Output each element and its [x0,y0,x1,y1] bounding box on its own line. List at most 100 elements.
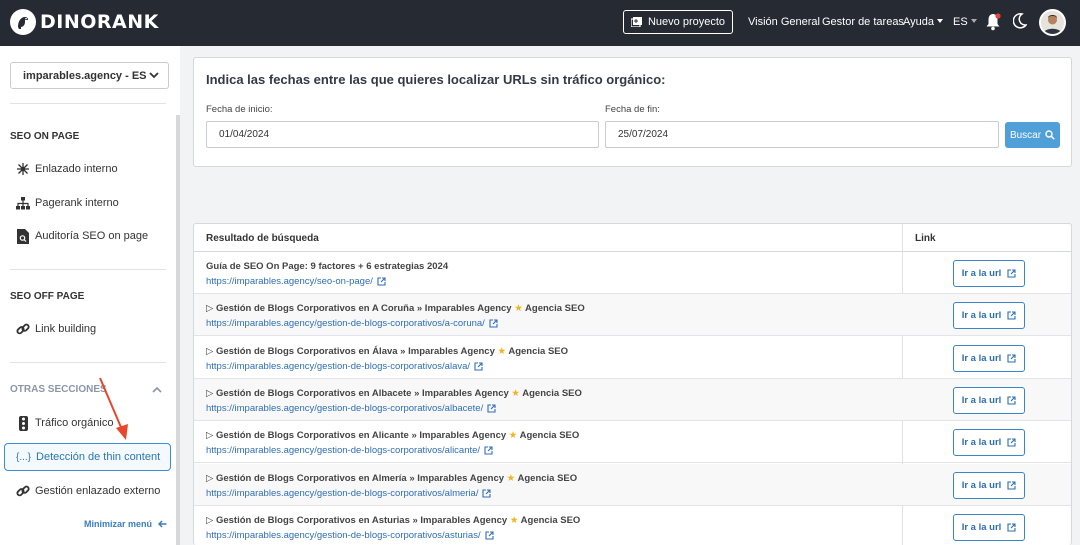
go-to-url-button[interactable]: Ir a la url [953,513,1025,541]
go-to-url-label: Ir a la url [961,479,1002,491]
row-url-link[interactable]: https://imparables.agency/gestion-de-blo… [206,488,492,499]
sidebar-item-label: Pagerank interno [35,197,119,209]
play-triangle-icon: ▷ [206,345,214,357]
new-project-button[interactable]: Nuevo proyecto [623,10,733,34]
star-icon: ★ [497,345,507,357]
go-to-url-button[interactable]: Ir a la url [953,344,1025,372]
star-icon: ★ [509,514,519,526]
dark-mode-moon-icon[interactable] [1012,13,1028,32]
nav-gestor-tareas[interactable]: Gestor de tareas [822,16,904,28]
play-triangle-icon: ▷ [206,430,214,442]
sitemap-icon [16,195,30,211]
row-title-suffix: Agencia SEO [517,472,578,484]
sidebar-item-deteccion-thin-content[interactable]: {...} Detección de thin content [4,443,171,471]
results-table: Resultado de búsqueda Link Guía de SEO O… [193,223,1072,545]
row-url-link[interactable]: https://imparables.agency/gestion-de-blo… [206,318,498,329]
star-icon: ★ [514,303,523,315]
arrow-left-icon [158,520,167,528]
row-title-text: Guía de SEO On Page: 9 factores + 6 estr… [206,261,449,272]
external-link-icon [377,277,386,286]
sidebar-item-link-building[interactable]: Link building [16,320,96,338]
network-icon [16,161,30,177]
row-title: ▷ Gestión de Blogs Corporativos en Almer… [206,473,577,484]
project-select[interactable]: imparables.agency - ES [10,62,169,89]
external-link-icon [474,362,483,371]
end-date-label: Fecha de fin: [605,104,660,115]
sidebar-item-label: Detección de thin content [36,451,161,463]
minimize-menu-button[interactable]: Minimizar menú [84,519,167,529]
language-dropdown[interactable]: ES [953,16,977,28]
sidebar-item-enlazado-interno[interactable]: Enlazado interno [16,160,118,178]
star-icon: ★ [511,387,520,399]
row-title: ▷ Gestión de Blogs Corporativos en Alica… [206,430,579,441]
sidebar-item-label: Auditoría SEO on page [35,230,149,242]
row-title-suffix: Agencia SEO [525,303,585,315]
external-link-icon [487,404,496,413]
external-link-icon [1007,311,1016,320]
row-url-text: https://imparables.agency/gestion-de-blo… [206,360,471,372]
table-row: ▷ Gestión de Blogs Corporativos en Albac… [194,378,1071,421]
row-url-link[interactable]: https://imparables.agency/gestion-de-blo… [206,445,493,456]
brand-logo[interactable]: DINORANK [10,9,159,35]
search-button[interactable]: Buscar [1005,122,1060,148]
row-title-text: Gestión de Blogs Corporativos en Asturia… [215,514,508,526]
header-link: Link [915,233,936,244]
table-row: Guía de SEO On Page: 9 factores + 6 estr… [194,252,1071,294]
nav-vision-general[interactable]: Visión General [748,16,820,28]
external-link-icon [1007,396,1016,405]
row-title: ▷ Gestión de Blogs Corporativos en A Cor… [206,303,585,314]
sidebar-item-label: Gestión enlazado externo [35,485,161,497]
star-icon: ★ [508,430,518,442]
play-triangle-icon: ▷ [206,387,214,399]
row-title-suffix: Agencia SEO [508,345,569,357]
user-avatar[interactable] [1039,9,1066,36]
play-triangle-icon: ▷ [206,303,214,315]
sidebar-item-gestion-enlazado-externo[interactable]: Gestión enlazado externo [16,482,160,500]
nav-help-dropdown[interactable]: Ayuda [903,16,943,28]
section-seo-on-page: SEO ON PAGE [10,131,80,142]
brand-name: DINORANK [40,11,159,33]
chevron-down-icon [149,72,159,79]
link-icon [16,321,30,337]
end-date-input[interactable]: 25/07/2024 [605,121,999,148]
row-title-text: Gestión de Blogs Corporativos en Albacet… [215,387,509,399]
external-link-icon [1007,269,1016,278]
go-to-url-button[interactable]: Ir a la url [953,471,1025,499]
date-form-title: Indica las fechas entre las que quieres … [206,72,666,87]
row-url-link[interactable]: https://imparables.agency/seo-on-page/ [206,276,386,287]
go-to-url-label: Ir a la url [961,310,1002,322]
code-braces-icon: {...} [16,451,32,463]
row-url-text: https://imparables.agency/gestion-de-blo… [206,402,484,414]
go-to-url-button[interactable]: Ir a la url [953,302,1025,330]
table-header: Resultado de búsqueda Link [194,224,1071,252]
row-url-text: https://imparables.agency/seo-on-page/ [206,276,373,287]
row-url-link[interactable]: https://imparables.agency/gestion-de-blo… [206,361,483,372]
go-to-url-button[interactable]: Ir a la url [953,429,1025,457]
annotation-arrow [99,377,128,440]
row-title-text: Gestión de Blogs Corporativos en Alicant… [215,430,507,442]
dino-logo-icon [10,9,36,35]
start-date-label: Fecha de inicio: [206,104,273,115]
sidebar-scrollbar[interactable] [176,115,180,545]
row-url-link[interactable]: https://imparables.agency/gestion-de-blo… [206,403,496,414]
chevron-up-icon[interactable] [152,386,162,393]
table-row: ▷ Gestión de Blogs Corporativos en Alica… [194,421,1071,464]
bell-icon[interactable] [985,13,1001,34]
sidebar-item-pagerank-interno[interactable]: Pagerank interno [16,194,119,212]
row-title-suffix: Agencia SEO [520,514,581,526]
row-url-text: https://imparables.agency/gestion-de-blo… [206,529,481,541]
minimize-menu-label: Minimizar menú [84,519,153,529]
row-title: Guía de SEO On Page: 9 factores + 6 estr… [206,261,448,272]
row-url-link[interactable]: https://imparables.agency/gestion-de-blo… [206,530,494,541]
sidebar-item-auditoria-seo[interactable]: Auditoría SEO on page [16,227,148,245]
go-to-url-button[interactable]: Ir a la url [953,260,1025,287]
row-title: ▷ Gestión de Blogs Corporativos en Astur… [206,515,580,526]
link-icon [16,483,30,499]
external-link-icon [484,446,493,455]
date-range-card: Indica las fechas entre las que quieres … [193,57,1072,167]
go-to-url-button[interactable]: Ir a la url [953,386,1025,414]
star-icon: ★ [506,472,516,484]
row-title: ▷ Gestión de Blogs Corporativos en Albac… [206,388,582,399]
start-date-input[interactable]: 01/04/2024 [206,121,599,148]
play-triangle-icon: ▷ [206,472,214,484]
